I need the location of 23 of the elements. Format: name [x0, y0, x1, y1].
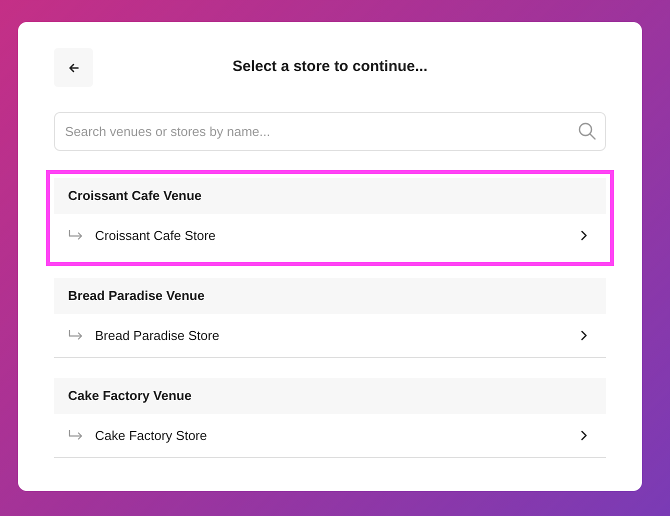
store-row[interactable]: Cake Factory Store — [54, 414, 606, 458]
back-arrow-icon — [68, 62, 80, 74]
venue-group[interactable]: Cake Factory Venue Cake Factory Store — [54, 378, 606, 458]
venue-header: Bread Paradise Venue — [54, 278, 606, 314]
store-name: Bread Paradise Store — [95, 326, 220, 344]
store-name: Cake Factory Store — [95, 426, 208, 445]
sub-arrow-icon — [68, 430, 83, 440]
venue-header: Croissant Cafe Venue — [54, 178, 606, 214]
chevron-right-icon — [580, 430, 588, 441]
search-field[interactable]: Search venues or stores by name... — [54, 112, 606, 151]
venue-group[interactable]: Croissant Cafe Venue Croissant Cafe Store — [54, 178, 606, 258]
search-icon — [578, 122, 596, 140]
store-row[interactable]: Croissant Cafe Store — [54, 214, 606, 258]
venue-group[interactable]: Bread Paradise Venue Bread Paradise Store — [54, 278, 606, 358]
store-row[interactable]: Bread Paradise Store — [54, 314, 606, 358]
chevron-right-icon — [580, 330, 588, 341]
store-name: Croissant Cafe Store — [95, 226, 217, 244]
back-button[interactable] — [54, 48, 93, 87]
chevron-right-icon — [580, 230, 588, 241]
sub-arrow-icon — [68, 330, 83, 340]
dialog-title: Select a store to continue... — [232, 58, 428, 76]
sub-arrow-icon — [68, 230, 83, 240]
venue-header: Cake Factory Venue — [54, 378, 606, 414]
